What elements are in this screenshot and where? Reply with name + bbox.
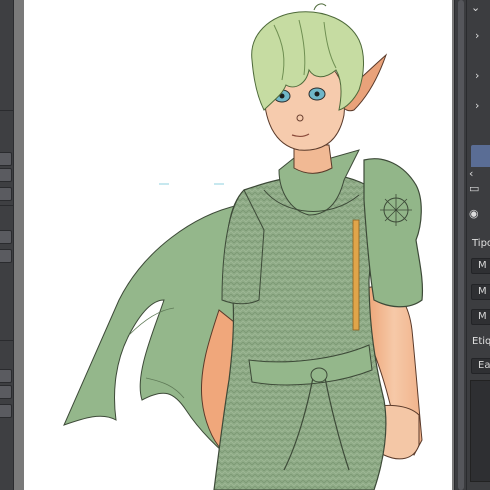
brush-icon[interactable] (0, 230, 12, 244)
scrollbar-thumb[interactable] (458, 0, 464, 490)
dropdown-icon[interactable] (0, 404, 12, 418)
arrow-left-icon[interactable]: ‹ (469, 168, 473, 179)
right-properties-panel: ⌄ › › › ‹ ▭ ◉ Tipo M M M Etiqu Ea (466, 0, 490, 490)
preview-field (470, 380, 490, 482)
material-button-1[interactable]: M (471, 258, 490, 274)
collapse-icon[interactable] (0, 152, 12, 166)
panel-divider (0, 110, 13, 111)
character-illustration (63, 3, 424, 490)
tab-active[interactable] (471, 145, 490, 167)
app-window: ⌄ › › › ‹ ▭ ◉ Tipo M M M Etiqu Ea (0, 0, 490, 490)
tag-button[interactable]: Ea (471, 358, 490, 374)
shoulder-armor (363, 158, 424, 308)
panel-divider (0, 205, 13, 206)
canvas-area[interactable] (14, 0, 454, 490)
trash-icon[interactable] (0, 168, 12, 182)
chevron-down-icon[interactable]: ⌄ (471, 2, 480, 13)
chevron-right-icon[interactable]: › (475, 100, 479, 111)
search-icon[interactable]: ◉ (469, 208, 479, 219)
panel-divider (0, 340, 13, 341)
left-tool-panel (0, 0, 14, 490)
rope (352, 219, 360, 331)
chevron-right-icon[interactable]: › (475, 70, 479, 81)
new-folder-icon[interactable]: ▭ (469, 183, 479, 194)
arrow-icon[interactable] (0, 187, 12, 201)
up-arrow-icon[interactable] (0, 249, 12, 263)
section-tags-label: Etiqu (472, 336, 490, 347)
zoom-icon[interactable] (0, 385, 12, 399)
material-button-2[interactable]: M (471, 284, 490, 300)
chevron-right-icon[interactable]: › (475, 30, 479, 41)
down-arrow-icon[interactable] (0, 369, 12, 383)
drawing-canvas[interactable] (24, 0, 452, 490)
section-type-label: Tipo (472, 238, 490, 249)
material-button-3[interactable]: M (471, 309, 490, 325)
